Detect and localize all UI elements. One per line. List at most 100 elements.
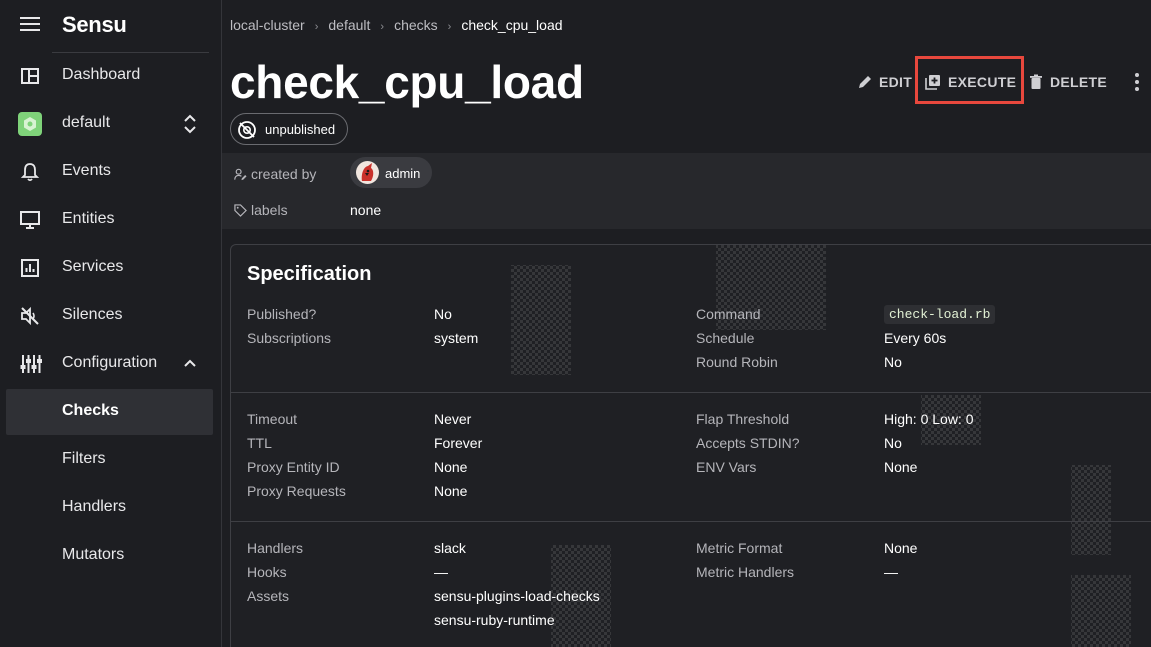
sidebar-item-label: Events	[62, 162, 111, 179]
field-label: Command	[696, 306, 761, 322]
field-value: None	[884, 459, 918, 475]
sidebar-item-mutators[interactable]: Mutators	[6, 533, 213, 579]
namespace-icon	[18, 112, 42, 136]
asset-link[interactable]: sensu-plugins-load-checks	[434, 588, 600, 604]
breadcrumb-namespace[interactable]: default	[328, 17, 370, 33]
field-label: Handlers	[247, 540, 304, 556]
specification-card: Specification Published? No Subscription…	[230, 244, 1151, 647]
sidebar-item-label: Checks	[62, 402, 119, 419]
sidebar-item-label: Silences	[62, 306, 123, 323]
sidebar-item-dashboard[interactable]: Dashboard	[6, 53, 213, 99]
sidebar: Sensu Dashboard default Events Entities …	[0, 0, 222, 647]
sidebar-item-entities[interactable]: Entities	[6, 197, 213, 243]
divider	[231, 392, 1151, 393]
sidebar-item-label: Filters	[62, 450, 106, 467]
field-label: Metric Format	[696, 540, 783, 556]
field-label: Assets	[247, 588, 290, 604]
edit-button[interactable]: EDIT	[857, 66, 913, 96]
field-value: Forever	[434, 435, 483, 451]
sidebar-item-label: Services	[62, 258, 124, 275]
bell-icon	[20, 163, 40, 182]
sidebar-item-namespace[interactable]: default	[6, 101, 213, 147]
sidebar-item-checks[interactable]: Checks	[6, 389, 213, 435]
monitor-icon	[20, 211, 40, 229]
status-badge: unpublished	[230, 113, 348, 145]
field-value: No	[884, 354, 902, 370]
field-label: Proxy Requests	[247, 483, 346, 499]
sliders-icon	[20, 355, 42, 373]
cardinal-avatar-icon	[361, 163, 374, 181]
labels-label: labels	[234, 202, 288, 218]
sidebar-item-label: Mutators	[62, 546, 125, 563]
field-value: High: 0 Low: 0	[884, 411, 974, 427]
field-label: TTL	[247, 435, 272, 451]
field-label: Round Robin	[696, 354, 778, 370]
queue-add-icon	[925, 75, 940, 90]
field-label: Proxy Entity ID	[247, 459, 340, 475]
sidebar-item-silences[interactable]: Silences	[6, 293, 213, 339]
field-value: —	[434, 564, 448, 580]
breadcrumb: local-cluster › default › checks › check_cpu_l…	[230, 17, 563, 33]
field-value: No	[884, 435, 902, 451]
sidebar-item-label: Dashboard	[62, 66, 141, 83]
delete-button[interactable]: DELETE	[1028, 66, 1112, 96]
user-chip[interactable]: admin	[350, 157, 432, 188]
field-label: Metric Handlers	[696, 564, 795, 580]
sidebar-item-events[interactable]: Events	[6, 149, 213, 195]
sidebar-item-configuration[interactable]: Configuration	[6, 341, 213, 387]
labels-value: none	[350, 202, 382, 218]
created-by-label: created by	[234, 166, 316, 182]
field-label: Flap Threshold	[696, 411, 790, 427]
app-logo-text: Sensu	[62, 12, 127, 37]
card-title: Specification	[247, 263, 372, 285]
chevron-right-icon: ›	[380, 21, 385, 33]
field-label: Subscriptions	[247, 330, 332, 346]
sidebar-item-label: Handlers	[62, 498, 127, 515]
sidebar-item-handlers[interactable]: Handlers	[6, 485, 213, 531]
breadcrumb-checks[interactable]: checks	[394, 17, 438, 33]
unfold-icon	[184, 114, 196, 134]
breadcrumb-current: check_cpu_load	[461, 17, 563, 33]
field-value: None	[434, 459, 468, 475]
trash-icon	[1030, 74, 1042, 89]
field-label: Timeout	[247, 411, 298, 427]
chevron-right-icon: ›	[314, 21, 319, 33]
divider	[231, 521, 1151, 522]
field-value: Never	[434, 411, 472, 427]
unpublished-icon	[238, 121, 256, 139]
sidebar-item-services[interactable]: Services	[6, 245, 213, 291]
field-value: Every 60s	[884, 330, 947, 346]
handler-link[interactable]: slack	[434, 540, 466, 556]
execute-button[interactable]: EXECUTE	[925, 66, 1017, 96]
field-value: None	[884, 540, 918, 556]
sidebar-item-label: Configuration	[62, 354, 158, 371]
background-pattern	[511, 245, 1131, 647]
breadcrumb-cluster[interactable]: local-cluster	[230, 17, 305, 33]
field-label: Published?	[247, 306, 317, 322]
field-label: Accepts STDIN?	[696, 435, 800, 451]
tag-icon	[234, 204, 247, 217]
user-chip-label: admin	[385, 166, 421, 181]
sidebar-item-filters[interactable]: Filters	[6, 437, 213, 483]
field-label: Hooks	[247, 564, 287, 580]
field-value: system	[434, 330, 479, 346]
field-label: Schedule	[696, 330, 755, 346]
menu-icon[interactable]	[20, 17, 40, 33]
chevron-up-icon	[184, 359, 196, 367]
metadata-panel: created by admin labels none	[222, 153, 1151, 229]
person-edit-icon	[234, 168, 247, 181]
page-title: check_cpu_load	[230, 56, 584, 108]
chevron-right-icon: ›	[447, 21, 452, 33]
avatar	[356, 161, 379, 184]
command-code: check-load.rb	[884, 305, 996, 324]
field-label: ENV Vars	[696, 459, 757, 475]
brand-bar: Sensu	[0, 0, 222, 52]
status-badge-label: unpublished	[265, 122, 336, 137]
pencil-icon	[859, 76, 871, 88]
field-value: No	[434, 306, 452, 322]
main-content: local-cluster › default › checks › check_cpu_l…	[222, 0, 1151, 647]
more-vert-icon[interactable]	[1130, 72, 1144, 92]
sidebar-item-label: Entities	[62, 210, 115, 227]
asset-link[interactable]: sensu-ruby-runtime	[434, 612, 555, 628]
field-value: None	[434, 483, 468, 499]
